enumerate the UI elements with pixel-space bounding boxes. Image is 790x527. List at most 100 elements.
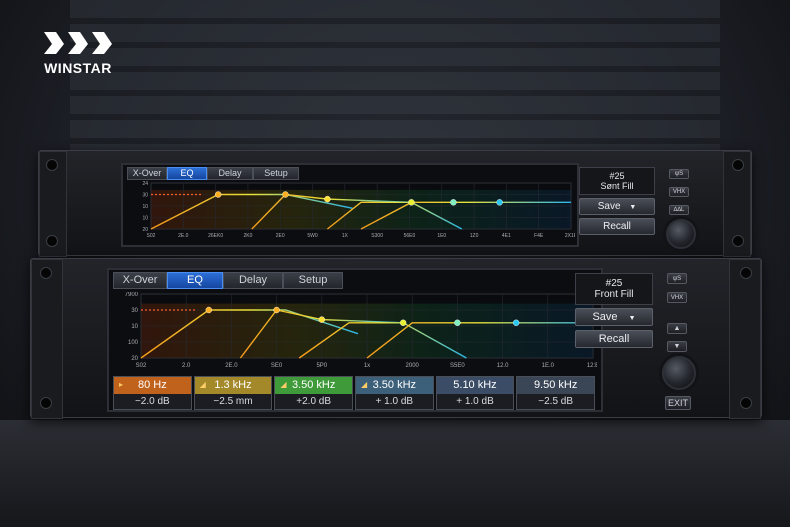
x-tick-label: 1E.0	[542, 363, 555, 369]
top-eq-graph[interactable]: 2430101020S02 2E.0 26EK0 2K0 2E0 5W0 1X S300 56E…	[125, 181, 575, 243]
y-tick-label: 30	[142, 193, 148, 199]
eq-band-frequency-value: 3.50 kHz	[372, 379, 417, 391]
eq-band-gain: +2.0 dB	[275, 394, 352, 409]
top-preset-number: #25	[609, 171, 625, 181]
x-tick-label: S02	[147, 233, 156, 239]
right-rack-ear	[729, 259, 761, 419]
bottom-tab-setup[interactable]: Setup	[283, 272, 343, 289]
eq-band-frequency: 9.50 kHz	[517, 377, 594, 395]
y-tick-label: 7900	[125, 292, 139, 298]
eq-band-4[interactable]: ◢ 3.50 kHz + 1.0 dB	[355, 376, 434, 410]
top-tab-xover[interactable]: X-Over	[127, 167, 167, 180]
bottom-preset-display: #25 Front Fill	[575, 273, 653, 305]
eq-band-frequency-value: 80 Hz	[137, 379, 167, 391]
eq-band-node	[318, 316, 326, 323]
rack-screw-hole	[46, 235, 58, 247]
brand-name: WINSTAR	[44, 60, 112, 76]
bottom-preset-number: #25	[605, 278, 623, 289]
spectrum-glow	[151, 189, 571, 229]
top-preset-name: Sønt Fill	[600, 181, 634, 191]
bottom-rotary-knob[interactable]	[662, 356, 696, 390]
y-tick-label: 24	[142, 181, 148, 187]
down-arrow-button[interactable]: ▼	[667, 341, 687, 352]
eq-band-node	[205, 306, 213, 314]
eq-band-frequency: 5.10 kHz	[436, 377, 514, 395]
eq-band-node	[496, 199, 503, 206]
exit-button[interactable]: EXIT	[665, 396, 691, 410]
x-tick-label: 2E.0	[178, 233, 189, 239]
x-tick-label: 5W0	[307, 233, 318, 239]
rack-screw-hole	[740, 267, 752, 279]
eq-band-3[interactable]: ◢ 3.50 kHz +2.0 dB	[274, 376, 353, 410]
x-tick-label: 56E0	[404, 233, 416, 239]
eq-band-strip: ▸ 80 Hz −2.0 dB ◢ 1.3 kHz −2.5 mm ◢ 3.50 kHz +2.…	[113, 376, 597, 410]
x-tick-label: 1Z0	[470, 233, 479, 239]
x-tick-label: 26EK0	[208, 233, 223, 239]
eq-band-node	[408, 199, 415, 206]
eq-band-2[interactable]: ◢ 1.3 kHz −2.5 mm	[193, 376, 273, 410]
top-recall-button[interactable]: Recall	[579, 218, 655, 235]
eq-band-frequency: ◢ 3.50 kHz	[356, 377, 433, 395]
eq-band-node	[214, 191, 222, 198]
eq-band-gain: −2.5 mm	[194, 394, 272, 409]
top-tab-delay[interactable]: Delay	[207, 167, 253, 180]
rack-screw-hole	[40, 397, 52, 409]
eq-band-frequency-value: 1.3 kHz	[214, 379, 252, 391]
bottom-tab-delay[interactable]: Delay	[223, 272, 283, 289]
x-tick-label: 2E0	[276, 233, 285, 239]
eq-band-node	[450, 199, 457, 206]
x-tick-label: 5P0	[316, 363, 327, 369]
bottom-save-label: Save	[592, 311, 618, 323]
y-tick-label: 10	[142, 204, 148, 210]
y-tick-label: 100	[128, 340, 139, 346]
rack-screw-hole	[732, 159, 744, 171]
x-tick-label: 1x	[364, 363, 370, 369]
eq-band-frequency: ◢ 3.50 kHz	[275, 377, 352, 395]
rack-screw-hole	[40, 267, 52, 279]
top-rotary-knob[interactable]	[666, 219, 696, 249]
x-tick-label: 2X1E	[565, 233, 575, 239]
top-vhx-button[interactable]: VHX	[669, 187, 689, 197]
left-rack-ear	[31, 259, 63, 419]
background-rack	[70, 0, 720, 150]
top-display: X-Over EQ Delay Setup 24 30 10 10 20 S02 2E.0 2…	[121, 163, 579, 247]
brand-logo: WINSTAR	[38, 30, 118, 76]
bottom-ps-button[interactable]: ψS	[667, 273, 687, 284]
y-tick-label: 10	[142, 216, 148, 222]
chevron-down-icon: ▼	[629, 204, 637, 211]
top-save-button[interactable]: Save ▼	[579, 198, 655, 215]
bottom-tab-eq[interactable]: EQ	[167, 272, 223, 289]
bottom-vhx-button[interactable]: VHX	[667, 292, 687, 303]
bottom-device: X-Over EQ Delay Setup 7900 30 10 100 20 S02 2.…	[30, 258, 762, 419]
bottom-eq-graph[interactable]: 7900 30 10 100 20S02 2.0 2E.0 SE0 5P0 1x 2000 S5E0 1…	[111, 292, 597, 374]
eq-band-1[interactable]: ▸ 80 Hz −2.0 dB	[113, 376, 192, 410]
y-tick-label: 30	[131, 308, 138, 314]
rack-screw-hole	[46, 159, 58, 171]
top-mode-button[interactable]: ∆∆L	[669, 205, 689, 215]
bottom-tab-xover[interactable]: X-Over	[113, 272, 167, 289]
up-arrow-button[interactable]: ▲	[667, 323, 687, 334]
x-tick-label: 1X	[342, 233, 349, 239]
top-tab-setup[interactable]: Setup	[253, 167, 299, 180]
top-tab-bar: X-Over EQ Delay Setup	[127, 167, 299, 180]
bottom-save-button[interactable]: Save ▼	[575, 308, 653, 326]
top-tab-eq[interactable]: EQ	[167, 167, 207, 180]
eq-band-gain: + 1.0 dB	[436, 394, 514, 409]
x-tick-label: 1E0	[437, 233, 446, 239]
eq-band-frequency-value: 5.10 kHz	[453, 379, 497, 391]
eq-band-5[interactable]: 5.10 kHz + 1.0 dB	[435, 376, 515, 410]
top-preset-display: #25 Sønt Fill	[579, 167, 655, 195]
eq-band-6[interactable]: 9.50 kHz −2.5 dB	[516, 376, 595, 410]
bottom-recall-button[interactable]: Recall	[575, 330, 653, 348]
eq-band-frequency-value: 3.50 kHz	[291, 379, 336, 391]
x-tick-label: S02	[136, 363, 147, 369]
x-tick-label: 2.0	[182, 363, 191, 369]
winstar-logo-icon	[44, 32, 112, 54]
top-device: X-Over EQ Delay Setup 24 30 10 10 20 S02 2E.0 2…	[38, 150, 752, 257]
x-tick-label: 2000	[406, 363, 420, 369]
top-ps-button[interactable]: ψS	[669, 169, 689, 179]
bottom-preset-name: Front Fill	[594, 289, 634, 300]
top-save-label: Save	[597, 201, 621, 212]
x-tick-label: 2E.0	[225, 363, 238, 369]
eq-band-node	[512, 319, 520, 326]
